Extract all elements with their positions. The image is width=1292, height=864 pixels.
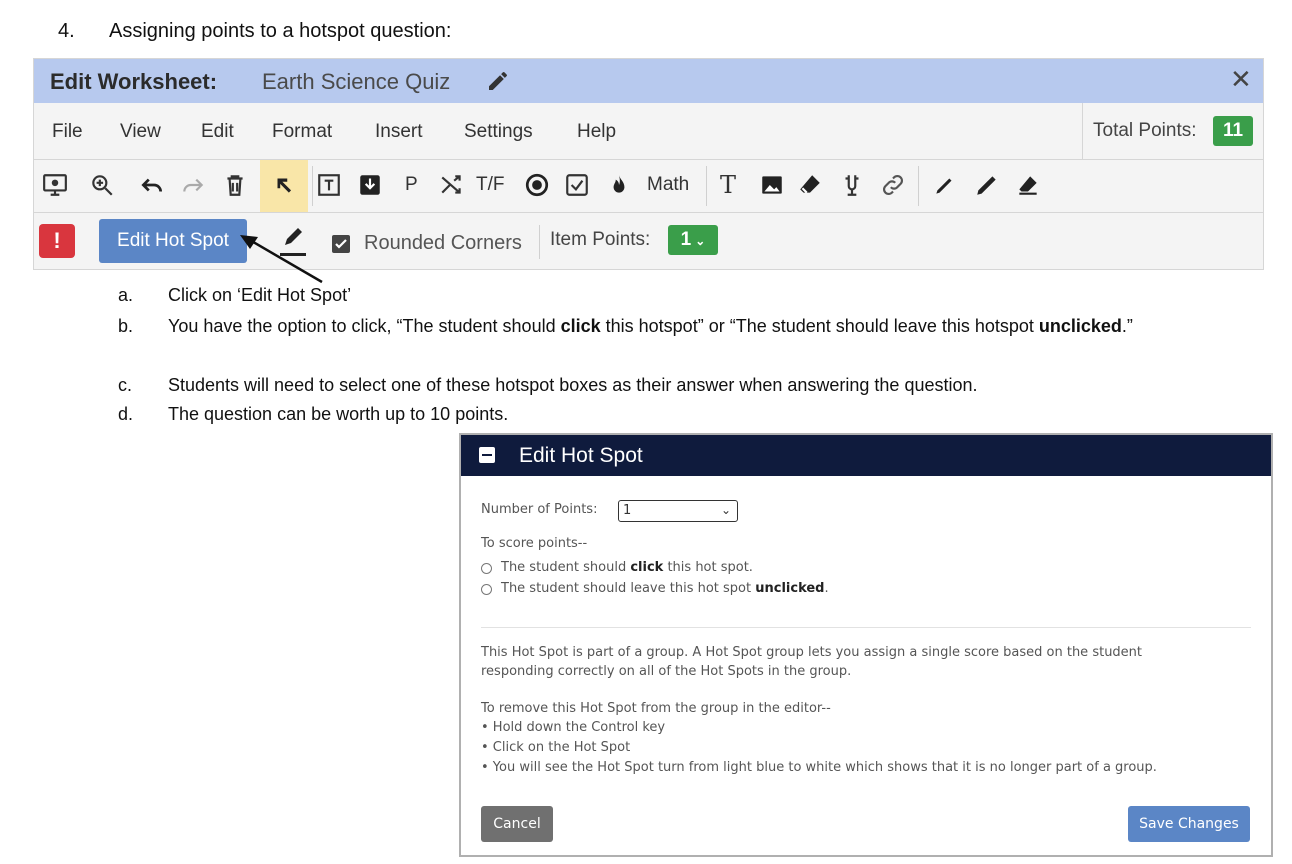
list-item-letter: b. — [118, 316, 134, 336]
list-item-text: You have the option to click, “The stude… — [168, 316, 561, 336]
shuffle-icon[interactable] — [439, 172, 465, 198]
toolbar-separator — [312, 166, 313, 206]
highlighter-icon[interactable] — [1015, 172, 1041, 198]
link-icon[interactable] — [880, 172, 906, 198]
rounded-corners-label: Rounded Corners — [364, 232, 522, 254]
editor-header: Edit Worksheet: Earth Science Quiz ✕ — [34, 59, 1263, 103]
edit-hot-spot-button[interactable]: Edit Hot Spot — [99, 219, 247, 263]
cancel-button[interactable]: Cancel — [481, 806, 553, 842]
group-info-line: responding correctly on all of the Hot S… — [481, 664, 852, 679]
option-text: . — [824, 581, 829, 596]
option-text: this hot spot. — [663, 560, 753, 575]
step-title: Assigning points to a hotspot question: — [109, 20, 452, 42]
total-points-label: Total Points: — [1093, 120, 1197, 141]
hotspot-flame-icon[interactable] — [606, 172, 632, 198]
hotspot-properties-bar: ! Edit Hot Spot Rounded Corners Item Poi… — [34, 213, 1263, 269]
trash-icon[interactable] — [222, 172, 248, 198]
list-item-letter: a. — [118, 285, 134, 305]
pencil-icon[interactable] — [486, 69, 510, 93]
list-item: The question can be worth up to 10 point… — [168, 404, 509, 424]
dropdown-field-icon[interactable] — [357, 172, 383, 198]
save-changes-button[interactable]: Save Changes — [1128, 806, 1250, 842]
step-number: 4. — [58, 20, 75, 42]
option-bold: unclicked — [755, 581, 825, 596]
text-style-tool[interactable]: T — [720, 171, 736, 199]
radio-unclicked-label: The student should leave this hot spot u… — [501, 581, 829, 596]
true-false-tool[interactable]: T/F — [476, 174, 505, 196]
group-info-line: This Hot Spot is part of a group. A Hot … — [481, 645, 1143, 660]
remove-step: • Hold down the Control key — [481, 720, 666, 735]
alert-button[interactable]: ! — [39, 224, 75, 258]
menu-file[interactable]: File — [52, 121, 83, 143]
number-of-points-value: 1 — [623, 503, 632, 518]
remove-step: • Click on the Hot Spot — [481, 740, 631, 755]
list-item: Students will need to select one of thes… — [168, 375, 978, 395]
audio-icon[interactable] — [839, 172, 865, 198]
paragraph-tool[interactable]: P — [405, 174, 418, 196]
list-item-text: .” — [1121, 316, 1133, 336]
list-item-bold: click — [560, 316, 601, 336]
number-of-points-label: Number of Points: — [481, 502, 598, 517]
menu-insert[interactable]: Insert — [375, 121, 423, 143]
edit-hot-spot-dialog: Edit Hot Spot Number of Points: 1 ⌄ To s… — [459, 433, 1273, 857]
editor-header-label: Edit Worksheet: — [50, 69, 218, 94]
dialog-divider — [481, 627, 1251, 628]
math-tool[interactable]: Math — [647, 174, 689, 196]
close-icon[interactable]: ✕ — [1230, 64, 1252, 95]
toolbar-separator — [918, 166, 919, 206]
list-item: You have the option to click, “The stude… — [168, 312, 1248, 340]
menu-format[interactable]: Format — [272, 121, 332, 143]
remove-step: • You will see the Hot Spot turn from li… — [481, 760, 1157, 775]
to-score-label: To score points-- — [481, 536, 588, 551]
item-points-value: 1 — [680, 229, 692, 250]
dialog-body: Number of Points: 1 ⌄ To score points-- … — [461, 476, 1271, 853]
item-points-dropdown[interactable]: 1 ⌄ — [668, 225, 718, 255]
zoom-icon[interactable] — [89, 172, 115, 198]
dialog-title: Edit Hot Spot — [519, 444, 643, 467]
list-item-text: this hotspot” or “The student should lea… — [600, 316, 1039, 336]
radio-click-label: The student should click this hot spot. — [501, 560, 753, 575]
chevron-down-icon: ⌄ — [695, 234, 706, 248]
toolbar-separator — [706, 166, 707, 206]
list-item-letter: d. — [118, 404, 134, 424]
select-arrow-icon[interactable] — [271, 172, 297, 198]
menu-view[interactable]: View — [120, 121, 161, 143]
chevron-down-icon: ⌄ — [720, 503, 731, 517]
pen-thin-icon[interactable] — [932, 172, 958, 198]
number-of-points-select[interactable]: 1 ⌄ — [618, 500, 738, 522]
undo-icon[interactable] — [139, 172, 165, 198]
radio-button-icon[interactable] — [524, 172, 550, 198]
radio-click[interactable] — [481, 563, 492, 574]
menu-settings[interactable]: Settings — [464, 121, 533, 143]
radio-unclicked[interactable] — [481, 584, 492, 595]
list-item: Click on ‘Edit Hot Spot’ — [168, 285, 352, 305]
list-item-bold: unclicked — [1038, 316, 1122, 336]
eraser-icon[interactable] — [797, 172, 823, 198]
pen-thick-icon[interactable] — [974, 172, 1000, 198]
preview-icon[interactable] — [42, 172, 68, 198]
text-box-icon[interactable] — [316, 172, 342, 198]
option-text: The student should — [501, 560, 631, 575]
item-points-label: Item Points: — [550, 229, 651, 250]
option-text: The student should leave this hot spot — [501, 581, 756, 596]
redo-icon[interactable] — [180, 172, 206, 198]
menu-bar: File View Edit Format Insert Settings He… — [34, 103, 1263, 160]
total-points-badge: 11 — [1213, 116, 1253, 146]
list-item-letter: c. — [118, 375, 133, 395]
dialog-header: Edit Hot Spot — [461, 435, 1271, 476]
properties-separator — [539, 225, 540, 259]
worksheet-editor: Edit Worksheet: Earth Science Quiz ✕ Fil… — [33, 58, 1264, 270]
toolbar: P T/F Math T — [34, 160, 1263, 213]
collapse-icon[interactable] — [479, 447, 495, 463]
total-points: Total Points: 11 — [1082, 103, 1264, 159]
option-bold: click — [630, 560, 664, 575]
menu-edit[interactable]: Edit — [201, 121, 234, 143]
menu-help[interactable]: Help — [577, 121, 616, 143]
checkbox-icon[interactable] — [564, 172, 590, 198]
worksheet-title[interactable]: Earth Science Quiz — [262, 69, 450, 95]
image-icon[interactable] — [759, 172, 785, 198]
remove-instructions-title: To remove this Hot Spot from the group i… — [481, 701, 831, 716]
